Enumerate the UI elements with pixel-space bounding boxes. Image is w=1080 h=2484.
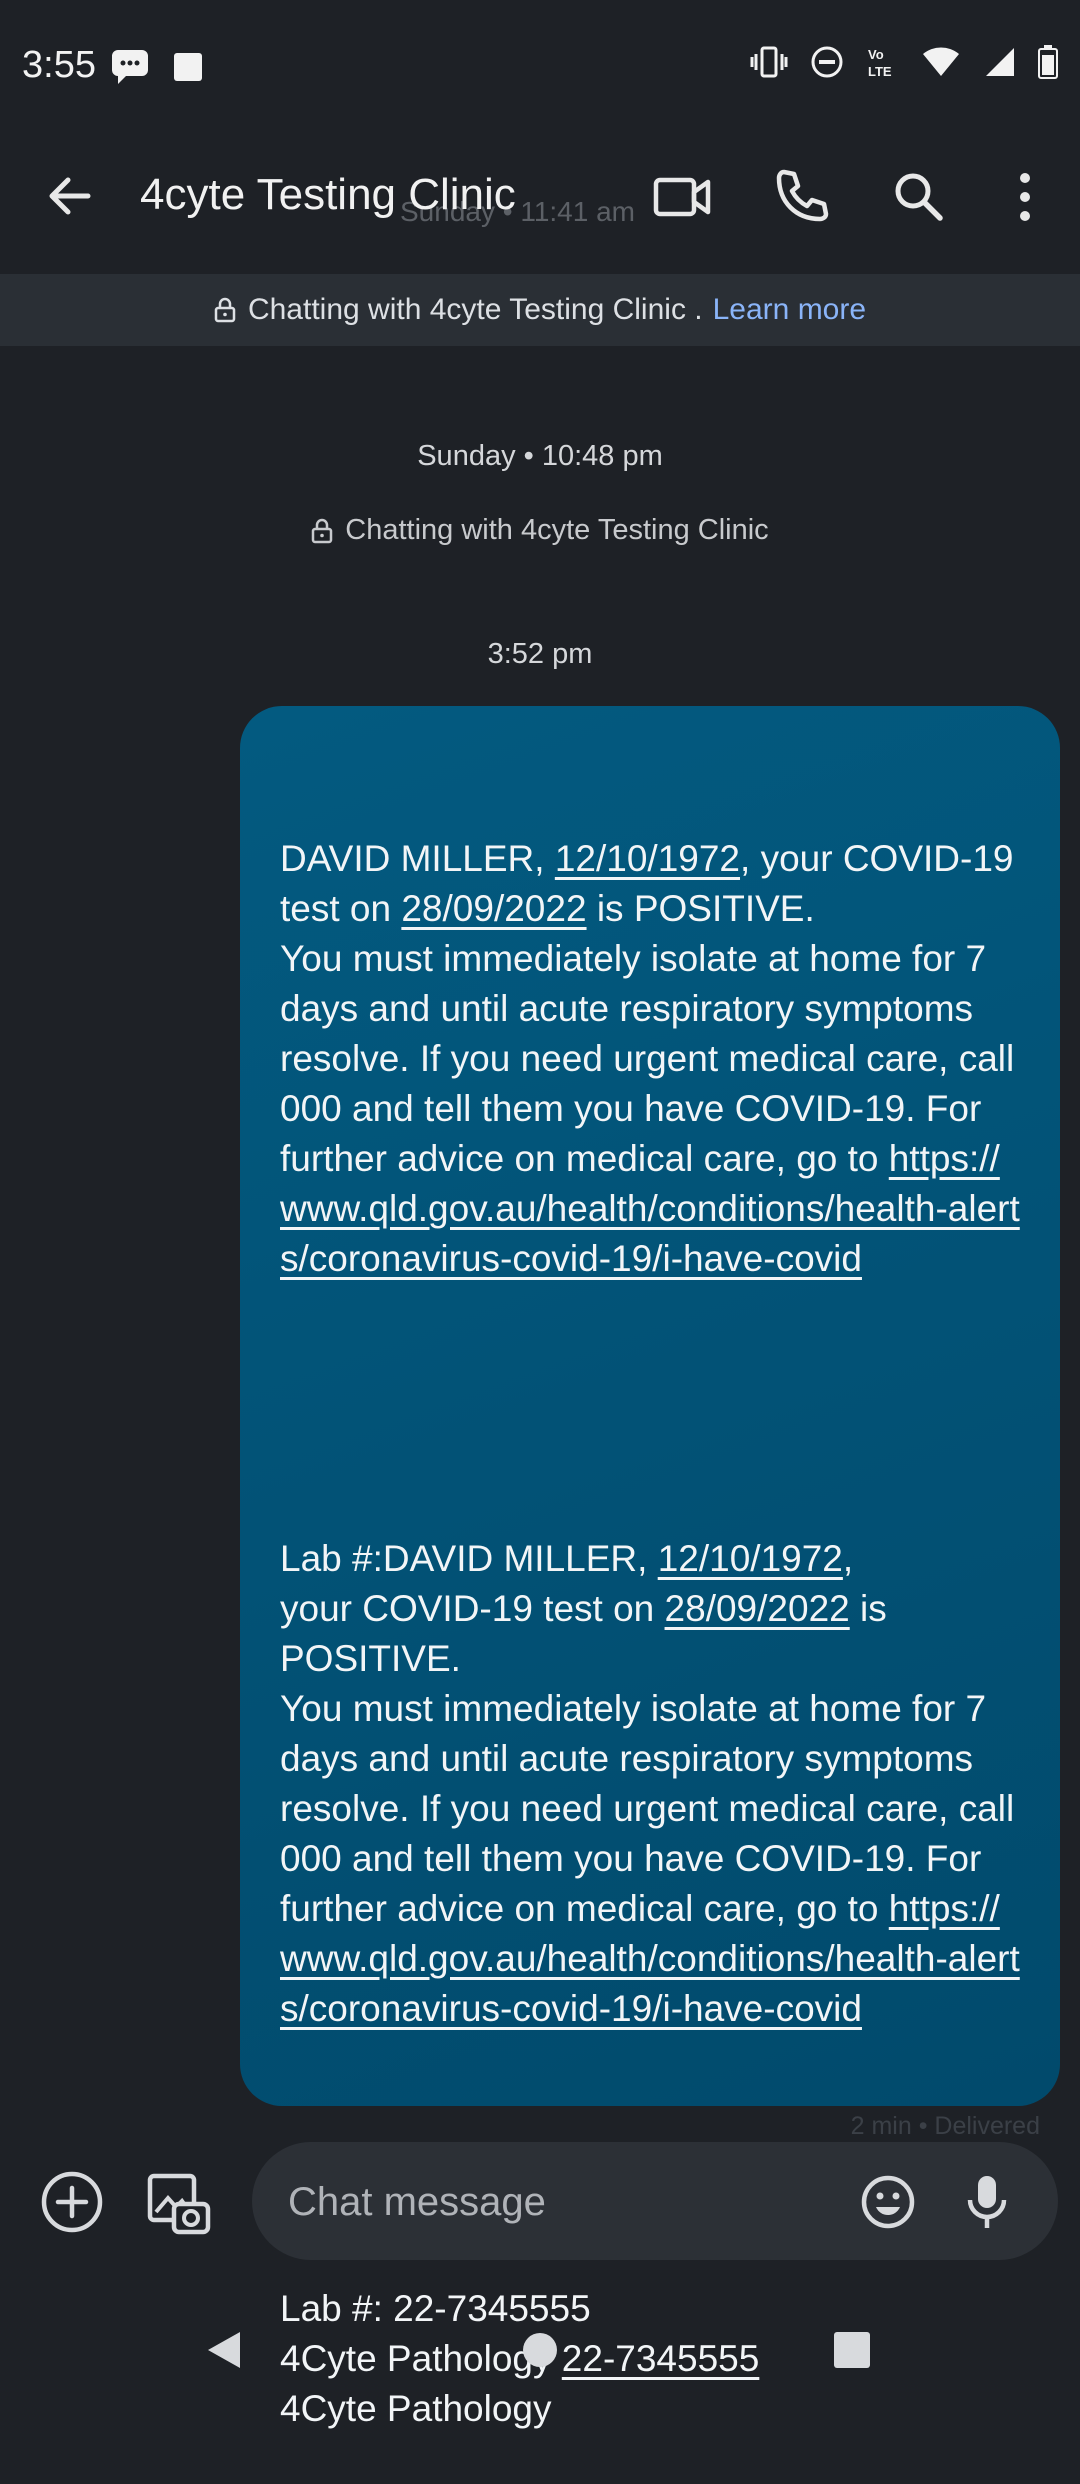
dob-link[interactable]: 12/10/1972	[658, 1538, 843, 1579]
wifi-icon	[923, 47, 959, 76]
svg-text:Vo: Vo	[868, 47, 884, 62]
banner-text: Chatting with 4cyte Testing Clinic .	[247, 293, 703, 326]
message-text: is POSITIVE. You must immediately isolat…	[280, 1588, 1015, 1929]
message-timestamp: 3:52 pm	[487, 638, 593, 670]
app-bar: Sunday • 11:41 am 4cyte Testing Clinic	[0, 130, 1080, 270]
chatting-note: Chatting with 4cyte Testing Clinic	[0, 514, 1080, 547]
message-text: DAVID MILLER,	[280, 838, 555, 879]
lock-icon	[214, 297, 236, 323]
status-bar: 3:55 Vo LTE	[0, 0, 1080, 130]
vibrate-icon	[750, 46, 788, 78]
signal-icon	[986, 48, 1014, 76]
encryption-banner: Chatting with 4cyte Testing Clinic . Lea…	[0, 274, 1080, 346]
nav-home-icon[interactable]	[516, 2326, 564, 2374]
message-paragraph-1: DAVID MILLER, 12/10/1972, your COVID-19 …	[280, 834, 1024, 1284]
nav-back-icon[interactable]	[200, 2326, 248, 2374]
system-nav-bar	[0, 2300, 1080, 2400]
messages-notification-icon	[112, 50, 148, 84]
status-time: 3:55	[22, 44, 96, 86]
lock-icon	[312, 518, 333, 543]
chat-message-field[interactable]: Chat message	[252, 2142, 1058, 2260]
message-paragraph-2: Lab #:DAVID MILLER, 12/10/1972, your COV…	[280, 1534, 1024, 2034]
do-not-disturb-icon	[811, 46, 843, 78]
message-bubble[interactable]: DAVID MILLER, 12/10/1972, your COVID-19 …	[240, 706, 1060, 2429]
back-arrow-icon[interactable]	[40, 166, 100, 226]
video-call-icon[interactable]	[650, 164, 716, 230]
volte-icon: Vo LTE	[868, 47, 892, 79]
search-icon[interactable]	[886, 164, 952, 230]
conversation-title[interactable]: 4cyte Testing Clinic	[140, 170, 516, 220]
add-icon[interactable]	[38, 2168, 106, 2236]
gallery-icon[interactable]	[144, 2166, 212, 2238]
chat-message-placeholder: Chat message	[288, 2180, 546, 2224]
mic-icon[interactable]	[962, 2172, 1012, 2232]
date-link[interactable]: 28/09/2022	[401, 888, 586, 929]
date-link[interactable]: 28/09/2022	[665, 1588, 850, 1629]
nav-recents-icon[interactable]	[828, 2326, 876, 2374]
message-text: Lab #:DAVID MILLER,	[280, 1538, 658, 1579]
more-options-icon[interactable]	[992, 164, 1058, 230]
app-notification-icon	[174, 53, 202, 81]
emoji-icon[interactable]	[860, 2174, 916, 2230]
dob-link[interactable]: 12/10/1972	[555, 838, 740, 879]
message-text: is POSITIVE. You must immediately isolat…	[280, 888, 1015, 1179]
phone-icon[interactable]	[768, 164, 834, 230]
learn-more-link[interactable]: Learn more	[713, 293, 866, 327]
day-timestamp: Sunday • 10:48 pm	[417, 440, 663, 472]
battery-icon	[1038, 45, 1058, 79]
chatting-note-text: Chatting with 4cyte Testing Clinic	[345, 514, 769, 546]
composer: Chat message	[0, 2136, 1080, 2266]
svg-text:LTE: LTE	[868, 64, 892, 79]
